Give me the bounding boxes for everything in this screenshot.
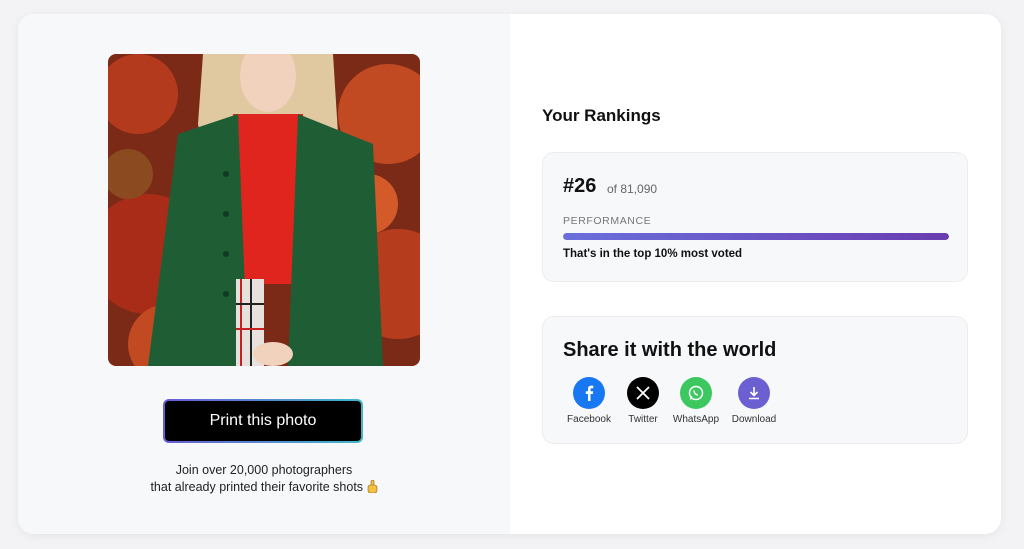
- whatsapp-icon: [680, 377, 712, 409]
- rank-total: of 81,090: [607, 182, 658, 196]
- share-label-download: Download: [731, 414, 777, 425]
- share-title: Share it with the world: [563, 339, 777, 361]
- pointing-hand-icon: [367, 480, 377, 493]
- share-label-twitter: Twitter: [628, 414, 658, 425]
- share-card: Share it with the world Facebook Twitter…: [542, 316, 968, 444]
- join-line-2-wrap: that already printed their favorite shot…: [114, 479, 414, 496]
- rankings-title: Your Rankings: [542, 106, 661, 125]
- rank-card: #26 of 81,090 PERFORMANCE That's in the …: [542, 152, 968, 282]
- download-icon: [738, 377, 770, 409]
- x-icon: [627, 377, 659, 409]
- performance-bar: [563, 233, 949, 240]
- join-line-1: Join over 20,000 photographers: [175, 463, 353, 477]
- performance-label: PERFORMANCE: [563, 215, 652, 227]
- ranking-card: Print this photo Join over 20,000 photog…: [18, 14, 1001, 534]
- join-message: Join over 20,000 photographers that alre…: [114, 462, 414, 496]
- share-facebook-button[interactable]: Facebook: [559, 377, 619, 425]
- photo-panel: Print this photo Join over 20,000 photog…: [18, 14, 510, 534]
- rankings-panel: Your Rankings #26 of 81,090 PERFORMANCE …: [510, 14, 1001, 534]
- join-line-2: that already printed their favorite shot…: [150, 480, 364, 494]
- facebook-icon: [573, 377, 605, 409]
- performance-bar-fill: [563, 233, 949, 240]
- share-twitter-button[interactable]: Twitter: [613, 377, 673, 425]
- submitted-photo: [108, 54, 420, 366]
- download-button[interactable]: Download: [724, 377, 784, 425]
- rank-number: #26: [563, 175, 597, 197]
- print-photo-button[interactable]: Print this photo: [163, 399, 363, 443]
- performance-summary: That's in the top 10% most voted: [563, 248, 743, 260]
- share-label-whatsapp: WhatsApp: [672, 414, 720, 425]
- share-label-facebook: Facebook: [567, 414, 611, 425]
- share-whatsapp-button[interactable]: WhatsApp: [666, 377, 726, 425]
